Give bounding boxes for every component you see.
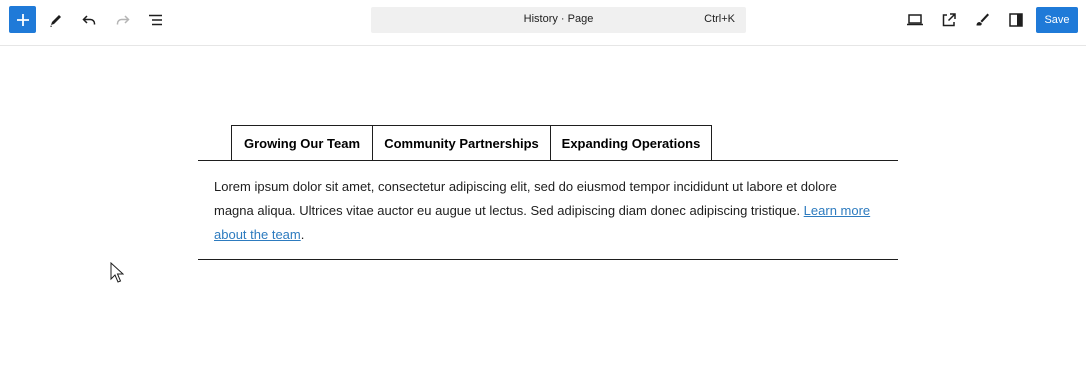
external-link-icon: [942, 13, 956, 27]
view-button[interactable]: [901, 6, 929, 34]
redo-button[interactable]: [109, 6, 137, 34]
sidebar-toggle-icon: [1009, 13, 1023, 27]
tab-growing-our-team[interactable]: Growing Our Team: [231, 125, 373, 160]
styles-button[interactable]: [968, 6, 996, 34]
pencil-icon: [50, 15, 61, 28]
panel-trailing: .: [300, 227, 305, 242]
panel-bottom-divider: [198, 259, 898, 260]
command-palette-bar[interactable]: History · Page Ctrl+K: [371, 7, 746, 33]
view-page-button[interactable]: [935, 6, 963, 34]
save-button[interactable]: Save: [1036, 7, 1078, 33]
add-block-button[interactable]: [9, 6, 36, 33]
editor-toolbar: History · Page Ctrl+K Save: [0, 0, 1086, 46]
document-overview-icon: [149, 14, 162, 26]
mouse-pointer-icon: [110, 262, 124, 283]
panel-text: Lorem ipsum dolor sit amet, consectetur …: [214, 179, 837, 218]
document-overview-button[interactable]: [142, 6, 170, 34]
undo-button[interactable]: [75, 6, 103, 34]
desktop-view-icon: [907, 14, 923, 26]
tab-expanding-operations[interactable]: Expanding Operations: [550, 125, 712, 160]
document-title: History · Page: [523, 13, 594, 25]
tools-button[interactable]: [42, 6, 70, 34]
tab-panel-content: Lorem ipsum dolor sit amet, consectetur …: [214, 175, 874, 247]
tab-list: Growing Our Team Community Partnerships …: [231, 125, 712, 161]
brush-icon: [976, 13, 989, 26]
plus-icon: [16, 13, 29, 26]
undo-icon: [82, 15, 96, 25]
settings-toggle-button[interactable]: [1002, 6, 1030, 34]
tab-divider: [198, 160, 898, 161]
redo-icon: [116, 15, 130, 25]
tab-community-partnerships[interactable]: Community Partnerships: [372, 125, 551, 160]
command-shortcut: Ctrl+K: [704, 13, 735, 25]
